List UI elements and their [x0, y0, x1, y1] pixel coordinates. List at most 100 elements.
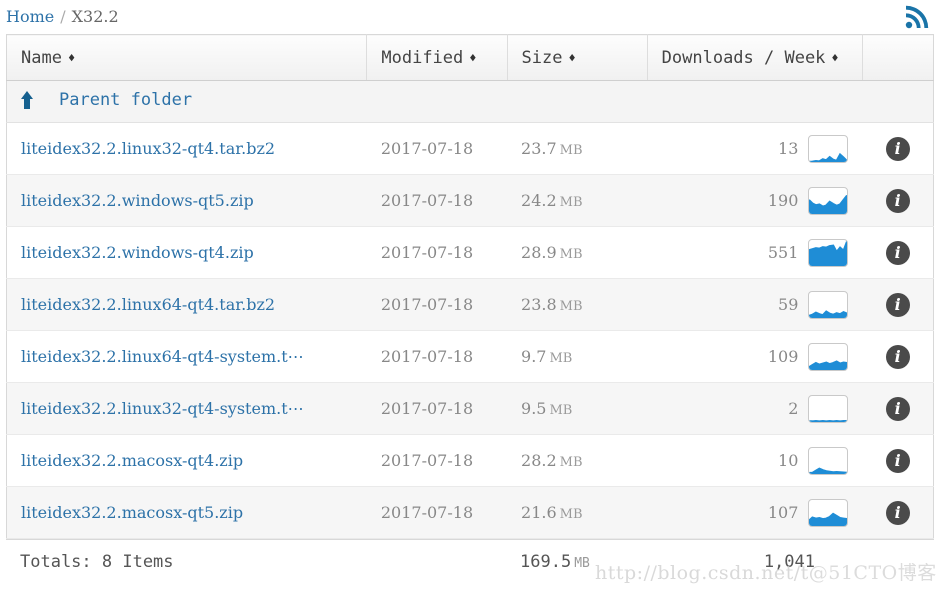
table-row[interactable]: liteidex32.2.linux64-qt4-system.t⋯ 2017-0… [6, 330, 934, 383]
file-download-link[interactable]: liteidex32.2.linux64-qt4.tar.bz2 [21, 295, 353, 314]
parent-folder-link[interactable]: Parent folder [21, 90, 192, 110]
file-download-link[interactable]: liteidex32.2.linux32-qt4-system.t⋯ [21, 399, 353, 418]
file-download-link[interactable]: liteidex32.2.windows-qt5.zip [21, 191, 353, 210]
downloads-sparkline[interactable] [808, 290, 849, 319]
file-name-cell: liteidex32.2.linux32-qt4.tar.bz2 [6, 122, 367, 175]
info-icon[interactable]: i [885, 448, 910, 473]
file-download-link[interactable]: liteidex32.2.macosx-qt4.zip [21, 451, 353, 470]
file-size-value: 9.7 [521, 347, 547, 366]
sort-both-icon: ♦ [469, 50, 477, 65]
downloads-wrapper: 10 [661, 446, 849, 475]
file-downloads-cell: 2 [647, 382, 863, 435]
downloads-sparkline[interactable] [808, 186, 849, 215]
file-modified-cell: 2017-07-18 [366, 434, 508, 487]
downloads-sparkline[interactable] [808, 238, 849, 267]
file-size-cell: 9.5 MB [507, 382, 648, 435]
file-info-cell: i [862, 226, 934, 279]
table-row[interactable]: liteidex32.2.windows-qt4.zip 2017-07-18 28… [6, 226, 934, 279]
column-header-actions [862, 34, 934, 81]
file-modified-cell: 2017-07-18 [366, 486, 508, 539]
file-info-cell: i [862, 382, 934, 435]
file-downloads-cell: 59 [647, 278, 863, 331]
info-icon[interactable]: i [885, 396, 910, 421]
column-header-modified[interactable]: Modified ♦ [366, 34, 508, 81]
sort-both-icon: ♦ [831, 50, 839, 65]
table-row[interactable]: liteidex32.2.linux32-qt4.tar.bz2 2017-07-… [6, 122, 934, 175]
info-icon[interactable]: i [885, 500, 910, 525]
file-size-value: 9.5 [521, 399, 547, 418]
downloads-count: 109 [767, 347, 799, 366]
table-row[interactable]: liteidex32.2.windows-qt5.zip 2017-07-18 24… [6, 174, 934, 227]
downloads-wrapper: 190 [661, 186, 849, 215]
file-size-cell: 28.2 MB [507, 434, 648, 487]
breadcrumb: Home / X32.2 [0, 0, 940, 34]
file-name-cell: liteidex32.2.linux32-qt4-system.t⋯ [6, 382, 367, 435]
file-size-value: 21.6 [521, 503, 557, 522]
sort-both-icon: ♦ [67, 50, 76, 65]
file-size-cell: 23.7 MB [507, 122, 648, 175]
downloads-wrapper: 109 [661, 342, 849, 371]
downloads-count: 551 [767, 243, 799, 262]
info-icon[interactable]: i [885, 344, 910, 369]
info-icon[interactable]: i [885, 240, 910, 265]
file-size-value: 23.8 [521, 295, 557, 314]
file-size-value: 28.9 [521, 243, 557, 262]
table-row[interactable]: liteidex32.2.macosx-qt5.zip 2017-07-18 21.… [6, 486, 934, 539]
file-size-cell: 24.2 MB [507, 174, 648, 227]
table-row[interactable]: liteidex32.2.macosx-qt4.zip 2017-07-18 28.… [6, 434, 934, 487]
breadcrumb-link-home[interactable]: Home [6, 7, 54, 26]
column-header-size[interactable]: Size ♦ [507, 34, 648, 81]
downloads-sparkline[interactable] [808, 446, 849, 475]
table-row[interactable]: liteidex32.2.linux32-qt4-system.t⋯ 2017-0… [6, 382, 934, 435]
totals-size: 169.5 MB [506, 552, 646, 572]
file-modified-cell: 2017-07-18 [366, 226, 508, 279]
file-download-link[interactable]: liteidex32.2.macosx-qt5.zip [21, 503, 353, 522]
file-size-unit: MB [559, 195, 583, 210]
file-browser-page: Home / X32.2 Name ♦ Modified ♦ Size ♦ Do… [0, 0, 940, 595]
file-modified-cell: 2017-07-18 [366, 122, 508, 175]
column-header-downloads[interactable]: Downloads / Week ♦ [647, 34, 863, 81]
file-download-link[interactable]: liteidex32.2.linux32-qt4.tar.bz2 [21, 139, 353, 158]
file-size-value: 28.2 [521, 451, 557, 470]
file-size-unit: MB [559, 247, 583, 262]
downloads-sparkline[interactable] [808, 394, 849, 423]
table-header: Name ♦ Modified ♦ Size ♦ Downloads / Week ♦ [6, 34, 934, 81]
file-info-cell: i [862, 434, 934, 487]
column-header-name-label: Name [21, 47, 62, 68]
info-icon[interactable]: i [885, 136, 910, 161]
file-modified-cell: 2017-07-18 [366, 382, 508, 435]
downloads-sparkline[interactable] [808, 498, 849, 527]
file-info-cell: i [862, 278, 934, 331]
file-download-link[interactable]: liteidex32.2.windows-qt4.zip [21, 243, 353, 262]
file-download-link[interactable]: liteidex32.2.linux64-qt4-system.t⋯ [21, 347, 353, 366]
file-modified-cell: 2017-07-18 [366, 278, 508, 331]
column-header-name[interactable]: Name ♦ [6, 34, 368, 81]
downloads-count: 107 [767, 503, 799, 522]
breadcrumb-separator: / [60, 7, 66, 26]
file-name-cell: liteidex32.2.macosx-qt4.zip [6, 434, 367, 487]
breadcrumb-current: X32.2 [71, 7, 119, 26]
file-size-unit: MB [559, 143, 583, 158]
file-size-value: 24.2 [521, 191, 557, 210]
file-size-cell: 23.8 MB [507, 278, 648, 331]
file-size-cell: 28.9 MB [507, 226, 648, 279]
info-icon[interactable]: i [885, 292, 910, 317]
table-row[interactable]: liteidex32.2.linux64-qt4.tar.bz2 2017-07-… [6, 278, 934, 331]
file-info-cell: i [862, 330, 934, 383]
downloads-wrapper: 2 [661, 394, 849, 423]
table-body: Parent folder liteidex32.2.linux32-qt4.t… [6, 80, 934, 539]
file-downloads-cell: 13 [647, 122, 863, 175]
rss-icon[interactable] [904, 4, 930, 30]
file-info-cell: i [862, 174, 934, 227]
downloads-count: 59 [778, 295, 799, 314]
file-info-cell: i [862, 486, 934, 539]
file-name-cell: liteidex32.2.linux64-qt4-system.t⋯ [6, 330, 367, 383]
downloads-sparkline[interactable] [808, 342, 849, 371]
downloads-sparkline[interactable] [808, 134, 849, 163]
up-arrow-icon [21, 91, 37, 109]
downloads-wrapper: 107 [661, 498, 849, 527]
parent-folder-row[interactable]: Parent folder [6, 80, 934, 123]
file-info-cell: i [862, 122, 934, 175]
totals-size-value: 169.5 [520, 551, 572, 572]
info-icon[interactable]: i [885, 188, 910, 213]
